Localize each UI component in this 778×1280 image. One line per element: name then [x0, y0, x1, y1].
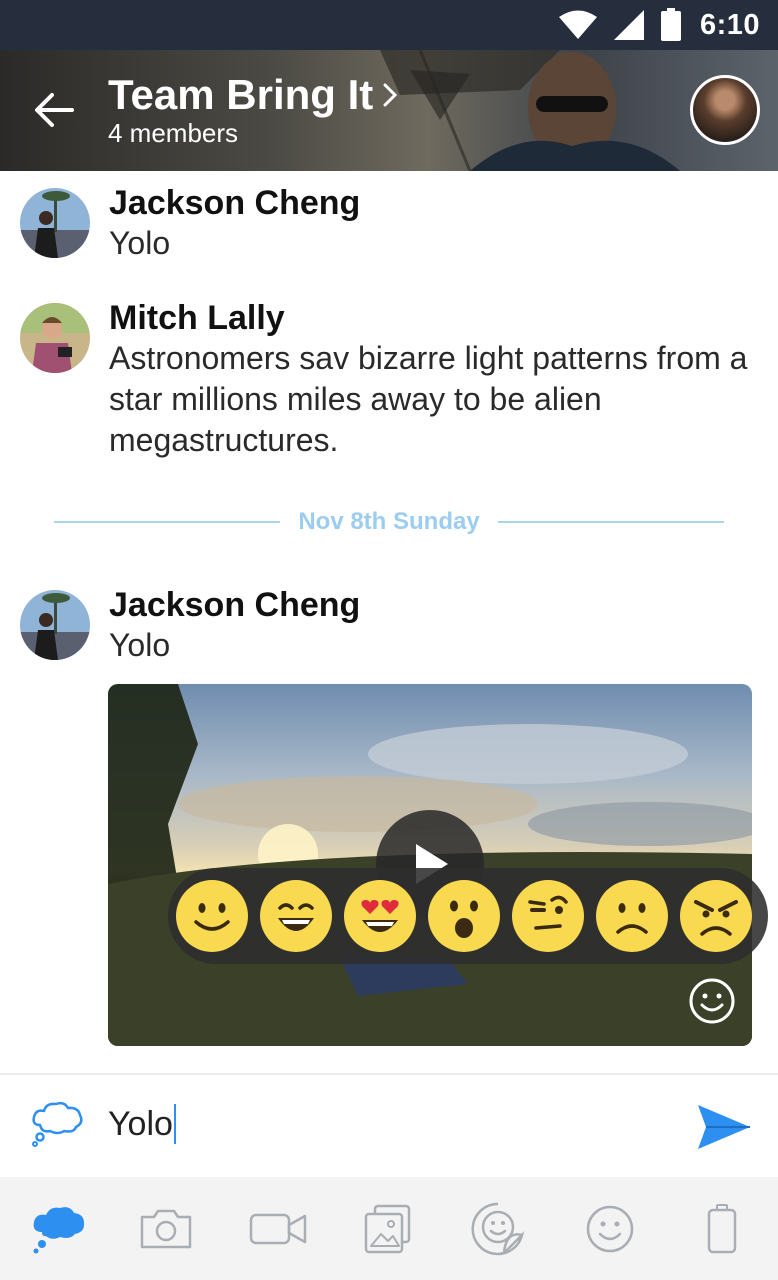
chat-title: Team Bring It	[108, 71, 374, 118]
message-composer: Yolo	[0, 1073, 778, 1177]
send-icon	[698, 1105, 750, 1149]
attachment-toolbar	[0, 1177, 778, 1280]
back-button[interactable]	[30, 86, 78, 134]
message-text: Yolo	[109, 225, 171, 261]
video-icon	[249, 1213, 307, 1245]
message-list[interactable]: Jackson Cheng Yolo Mitch Lally Astronome…	[0, 171, 778, 1073]
tool-video[interactable]	[248, 1199, 308, 1259]
tool-emoji[interactable]	[580, 1199, 640, 1259]
divider-line	[497, 521, 725, 523]
chat-icon	[33, 1207, 85, 1254]
message-text: Yolo	[109, 627, 171, 663]
sender-name: Jackson Cheng	[109, 184, 361, 222]
message-input-value: Yolo	[108, 1105, 173, 1143]
sticker-icon	[471, 1202, 525, 1256]
gallery-icon	[364, 1204, 411, 1254]
status-time: 6:10	[699, 8, 760, 41]
battery-icon	[660, 8, 681, 41]
back-arrow-icon	[35, 93, 74, 127]
chat-title-group[interactable]: Team Bring It 4 members	[108, 70, 398, 148]
chat-header: Team Bring It 4 members	[0, 50, 778, 171]
react-button[interactable]	[688, 977, 736, 1030]
tool-battery[interactable]	[692, 1199, 752, 1259]
avatar[interactable]	[20, 303, 90, 373]
divider-line	[54, 521, 281, 523]
video-attachment[interactable]	[108, 684, 752, 1046]
text-caret	[173, 1104, 176, 1144]
wifi-icon	[558, 10, 597, 39]
battery-icon	[707, 1204, 737, 1254]
reaction-grin[interactable]	[260, 880, 332, 952]
reaction-picker	[168, 868, 768, 964]
sender-name: Jackson Cheng	[109, 586, 361, 624]
avatar[interactable]	[20, 590, 90, 660]
tool-sticker[interactable]	[468, 1199, 528, 1259]
signal-icon	[613, 10, 644, 40]
thought-bubble-button[interactable]	[30, 1099, 84, 1154]
tool-gallery[interactable]	[358, 1199, 418, 1259]
reaction-sad[interactable]	[596, 880, 668, 952]
reaction-heart-eyes[interactable]	[344, 880, 416, 952]
message-text: Astronomers sav bizarre light patterns f…	[109, 340, 748, 458]
message-input[interactable]: Yolo	[108, 1101, 176, 1147]
reaction-angry[interactable]	[680, 880, 752, 952]
date-divider-label: Nov 8th Sunday	[298, 508, 480, 535]
reaction-smile[interactable]	[176, 880, 248, 952]
camera-icon	[140, 1209, 192, 1249]
chevron-right-icon	[383, 83, 398, 107]
avatar[interactable]	[20, 188, 90, 258]
date-divider: Nov 8th Sunday	[54, 502, 725, 542]
status-bar: 6:10	[0, 0, 778, 50]
tool-camera[interactable]	[136, 1199, 196, 1259]
send-button[interactable]	[696, 1103, 752, 1156]
emoji-icon	[586, 1205, 634, 1253]
tool-chat[interactable]	[28, 1199, 88, 1259]
group-avatar[interactable]	[690, 75, 760, 145]
member-count: 4 members	[108, 118, 239, 148]
smiley-icon	[689, 978, 735, 1024]
thought-bubble-icon	[32, 1101, 83, 1147]
reaction-skeptical[interactable]	[512, 880, 584, 952]
sender-name: Mitch Lally	[109, 299, 285, 337]
reaction-surprised[interactable]	[428, 880, 500, 952]
